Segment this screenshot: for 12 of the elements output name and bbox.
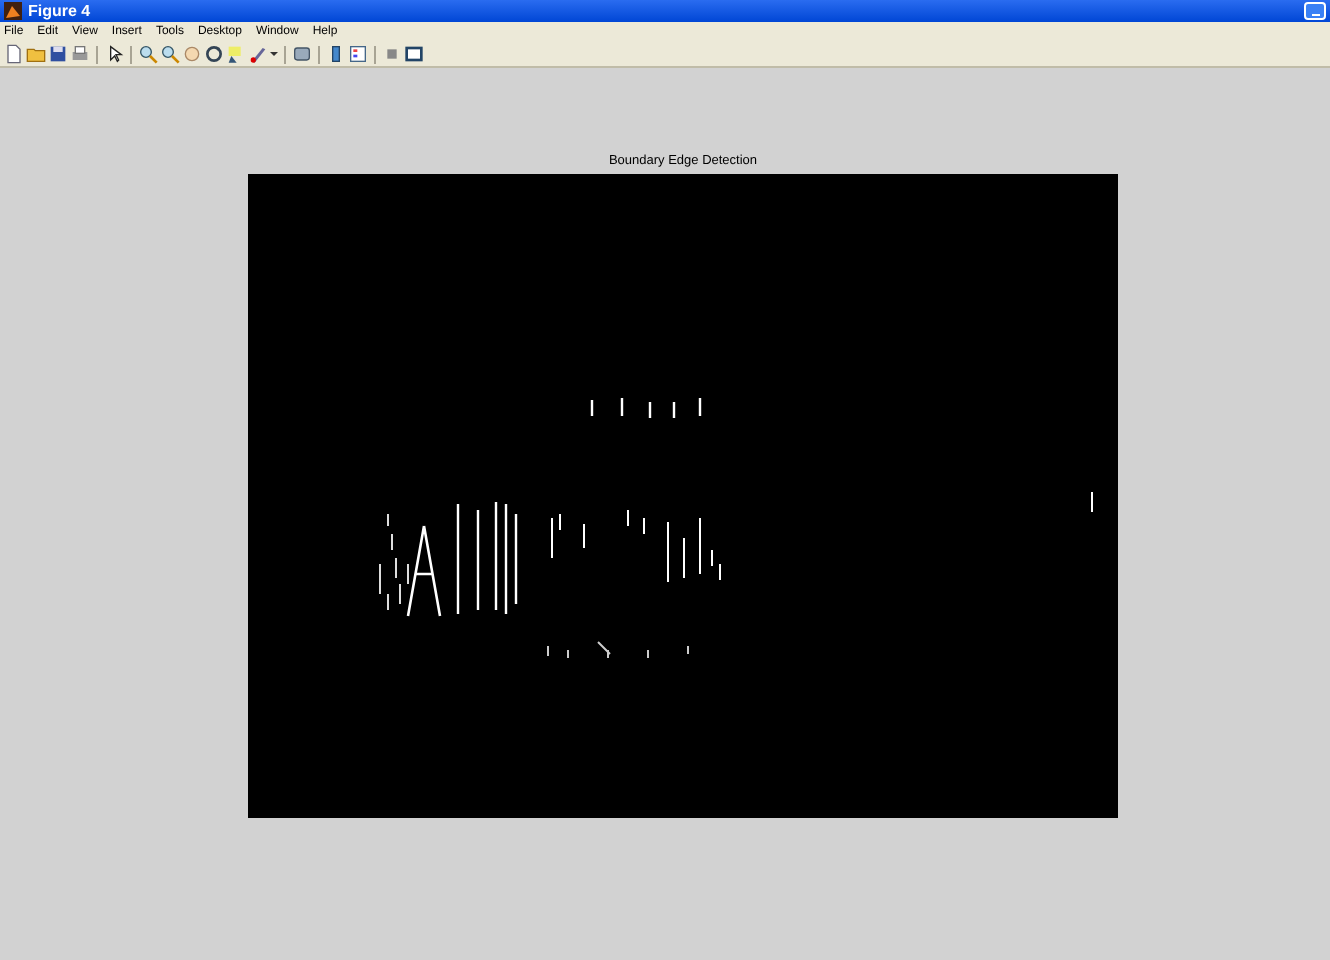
window-title: Figure 4 [28,1,91,21]
print-icon[interactable] [70,44,90,64]
pointer-icon[interactable] [104,44,124,64]
save-icon[interactable] [48,44,68,64]
brush-icon[interactable] [248,44,268,64]
window-icon[interactable] [404,44,424,64]
minimize-button[interactable] [1304,2,1326,20]
colorbar-icon[interactable] [326,44,346,64]
zoom-in-icon[interactable] [138,44,158,64]
peak-logo-icon [4,2,22,20]
zoom-out-icon[interactable] [160,44,180,64]
legend-icon[interactable] [348,44,368,64]
